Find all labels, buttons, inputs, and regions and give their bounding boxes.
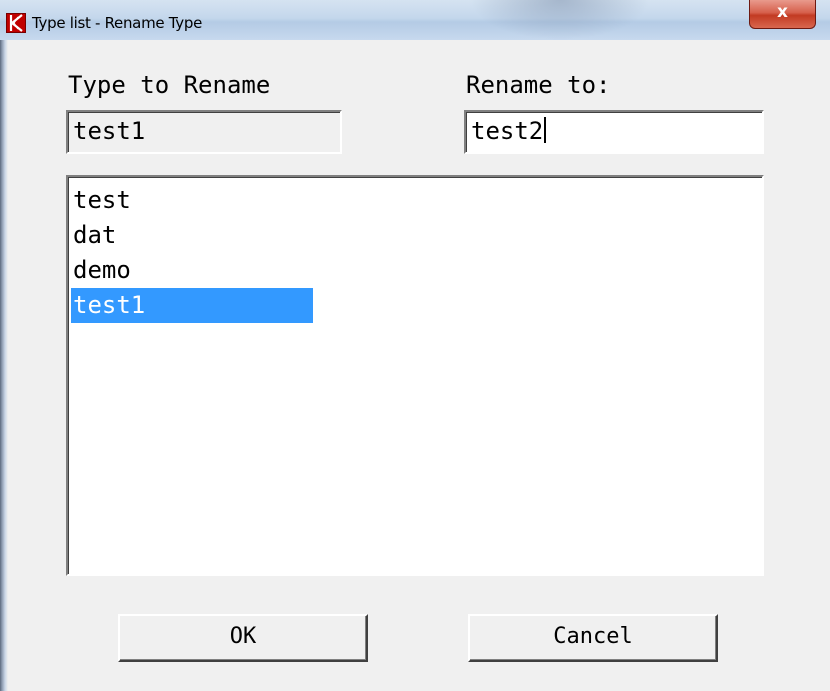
- title-bar-glow: [470, 0, 650, 40]
- list-item[interactable]: dat: [71, 218, 313, 253]
- list-item-selected[interactable]: test1: [71, 288, 313, 323]
- rename-to-label: Rename to:: [466, 71, 611, 99]
- text-caret: [544, 117, 547, 143]
- cancel-button[interactable]: Cancel: [468, 614, 718, 662]
- close-button[interactable]: x: [749, 0, 816, 29]
- list-item[interactable]: demo: [71, 253, 313, 288]
- type-listbox[interactable]: test dat demo test1: [66, 175, 764, 576]
- list-item[interactable]: test: [71, 183, 313, 218]
- window-left-edge: [0, 40, 8, 691]
- type-to-rename-value: test1: [73, 117, 146, 145]
- rename-to-value: test2: [471, 117, 544, 145]
- type-to-rename-label: Type to Rename: [68, 71, 271, 99]
- ok-button[interactable]: OK: [118, 614, 368, 662]
- window-title: Type list - Rename Type: [32, 14, 203, 32]
- type-to-rename-field: test1: [66, 110, 342, 154]
- app-logo-icon: [6, 13, 26, 33]
- title-bar[interactable]: Type list - Rename Type x: [0, 0, 830, 41]
- rename-to-input[interactable]: test2: [464, 110, 764, 154]
